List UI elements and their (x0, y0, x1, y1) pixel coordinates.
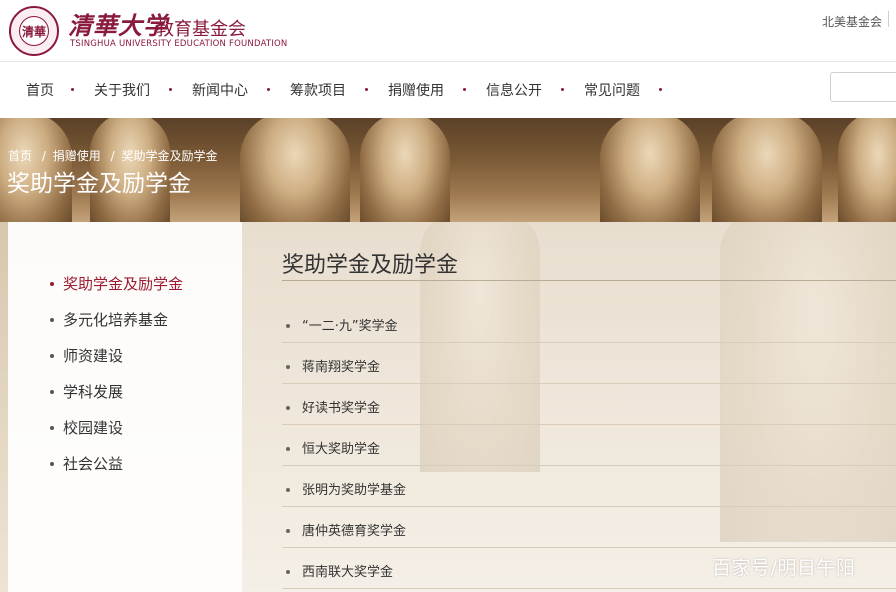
nav-item-donation-use[interactable]: 捐赠使用 (388, 80, 444, 100)
logo-university-name[interactable]: 清華大学 (68, 6, 168, 41)
nav-item-disclosure[interactable]: 信息公开 (486, 80, 542, 100)
banner-column-decoration (838, 118, 896, 222)
main-nav: 首页 关于我们 新闻中心 筹款项目 捐赠使用 信息公开 常见问题 (0, 63, 896, 118)
scholarship-link[interactable]: 恒大奖助学金 (302, 438, 380, 457)
nav-item-faq[interactable]: 常见问题 (584, 80, 640, 100)
list-item[interactable]: 张明为奖助学基金 (282, 466, 896, 507)
top-divider (888, 11, 889, 27)
scholarship-link[interactable]: “一二·九”奖学金 (302, 315, 398, 334)
list-bullet (286, 447, 290, 451)
list-item[interactable]: 唐仲英德育奖学金 (282, 507, 896, 548)
list-bullet (286, 488, 290, 492)
list-item[interactable]: 恒大奖助学金 (282, 425, 896, 466)
breadcrumb-separator: / (110, 149, 115, 163)
breadcrumb-home[interactable]: 首页 (8, 147, 32, 164)
breadcrumb-separator: / (41, 149, 46, 163)
section-title: 奖助学金及励学金 (282, 253, 459, 278)
logo-english-name: TSINGHUA UNIVERSITY EDUCATION FOUNDATION (70, 39, 288, 49)
nav-separator (463, 88, 466, 91)
watermark: 百家号/明日午阳 (712, 557, 856, 579)
list-item[interactable]: “一二·九”奖学金 (282, 302, 896, 343)
title-divider (282, 280, 896, 281)
nav-item-about[interactable]: 关于我们 (94, 80, 150, 100)
sidebar-bullet (50, 282, 54, 286)
nav-item-fundraising[interactable]: 筹款项目 (290, 80, 346, 100)
banner-column-decoration (712, 118, 822, 222)
scholarship-link[interactable]: 蒋南翔奖学金 (302, 356, 380, 375)
nav-separator (365, 88, 368, 91)
sidebar-item-diversified-fund[interactable]: 多元化培养基金 (63, 309, 168, 330)
list-bullet (286, 529, 290, 533)
logo-foundation-name[interactable]: 教育基金会 (156, 15, 246, 41)
sidebar-item-public-welfare[interactable]: 社会公益 (63, 453, 123, 474)
list-item[interactable]: 蒋南翔奖学金 (282, 343, 896, 384)
sidebar-item-disciplines[interactable]: 学科发展 (63, 381, 123, 402)
main-content: 奖助学金及励学金 “一二·九”奖学金 蒋南翔奖学金 好读书奖学金 恒大奖助学金 … (242, 222, 896, 592)
sidebar-bullet (50, 462, 54, 466)
list-bullet (286, 324, 290, 328)
nav-separator (169, 88, 172, 91)
sidebar-bullet (50, 426, 54, 430)
breadcrumb-current: 奖助学金及励学金 (121, 149, 218, 163)
university-seal-logo[interactable]: 清華 (9, 6, 59, 56)
banner-column-decoration (600, 118, 700, 222)
nav-separator (561, 88, 564, 91)
nav-item-home[interactable]: 首页 (26, 80, 54, 100)
sidebar: 奖助学金及励学金 多元化培养基金 师资建设 学科发展 校园建设 社会公益 (8, 222, 242, 592)
banner-column-decoration (240, 118, 350, 222)
sidebar-item-scholarships[interactable]: 奖助学金及励学金 (63, 273, 183, 294)
banner-column-decoration (360, 118, 450, 222)
list-item[interactable]: 好读书奖学金 (282, 384, 896, 425)
page-banner: 首页 / 捐赠使用 / 奖助学金及励学金 奖助学金及励学金 (0, 118, 896, 222)
nav-separator (267, 88, 270, 91)
list-bullet (286, 570, 290, 574)
scholarship-link[interactable]: 唐仲英德育奖学金 (302, 520, 406, 539)
sidebar-item-faculty[interactable]: 师资建设 (63, 345, 123, 366)
sidebar-item-campus[interactable]: 校园建设 (63, 417, 123, 438)
search-input[interactable] (830, 72, 896, 102)
scholarship-link[interactable]: 张明为奖助学基金 (302, 479, 406, 498)
sidebar-bullet (50, 390, 54, 394)
breadcrumb: 首页 / 捐赠使用 / 奖助学金及励学金 (8, 147, 217, 164)
seal-inner: 清華 (19, 16, 49, 46)
breadcrumb-donation-use[interactable]: 捐赠使用 (53, 147, 101, 164)
list-bullet (286, 406, 290, 410)
list-bullet (286, 365, 290, 369)
north-america-foundation-link[interactable]: 北美基金会 (822, 13, 882, 30)
nav-item-news[interactable]: 新闻中心 (192, 80, 248, 100)
site-header: 清華 清華大学 教育基金会 TSINGHUA UNIVERSITY EDUCAT… (0, 0, 896, 62)
sidebar-bullet (50, 354, 54, 358)
scholarship-link[interactable]: 好读书奖学金 (302, 397, 380, 416)
scholarship-link[interactable]: 西南联大奖学金 (302, 561, 393, 580)
nav-separator (659, 88, 662, 91)
nav-separator (71, 88, 74, 91)
page-title: 奖助学金及励学金 (7, 171, 191, 197)
sidebar-bullet (50, 318, 54, 322)
